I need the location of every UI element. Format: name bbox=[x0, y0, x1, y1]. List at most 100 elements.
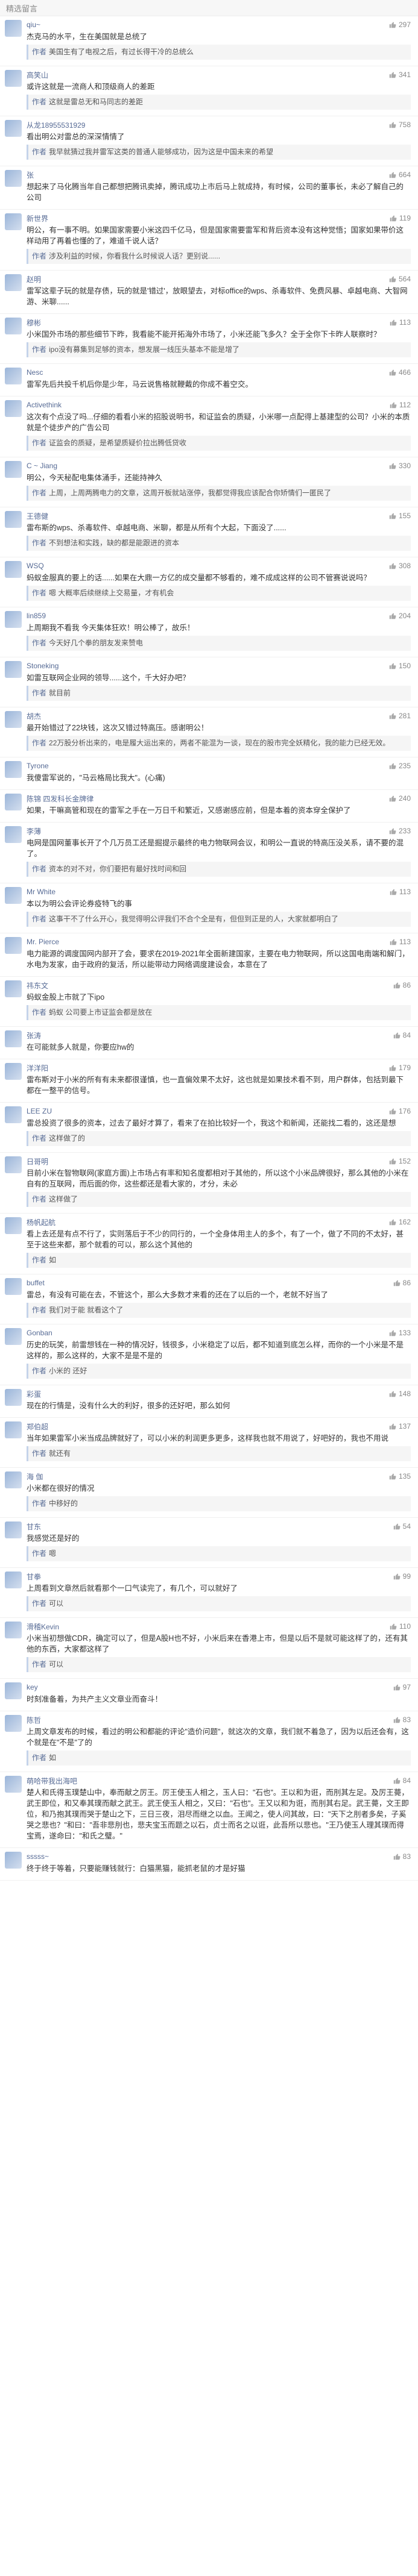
like-button[interactable]: 466 bbox=[389, 368, 411, 377]
like-button[interactable]: 162 bbox=[389, 1218, 411, 1226]
commenter-name[interactable]: 胡杰 bbox=[27, 711, 41, 721]
like-button[interactable]: 84 bbox=[393, 1776, 411, 1785]
avatar[interactable] bbox=[5, 826, 22, 843]
like-button[interactable]: 84 bbox=[393, 1031, 411, 1039]
like-button[interactable]: 112 bbox=[390, 401, 411, 409]
commenter-name[interactable]: 日哥明 bbox=[27, 1156, 48, 1167]
avatar[interactable] bbox=[5, 1852, 22, 1869]
like-button[interactable]: 110 bbox=[390, 1622, 411, 1631]
commenter-name[interactable]: 赵明 bbox=[27, 274, 41, 284]
commenter-name[interactable]: C ~ Jiang bbox=[27, 462, 57, 470]
commenter-name[interactable]: 陈哲 bbox=[27, 1715, 41, 1725]
like-button[interactable]: 113 bbox=[390, 318, 411, 327]
commenter-name[interactable]: Nesc bbox=[27, 368, 43, 377]
avatar[interactable] bbox=[5, 661, 22, 678]
commenter-name[interactable]: 杨帆起航 bbox=[27, 1217, 55, 1227]
like-button[interactable]: 155 bbox=[389, 512, 411, 520]
like-button[interactable]: 133 bbox=[389, 1329, 411, 1337]
like-button[interactable]: 54 bbox=[393, 1522, 411, 1531]
like-button[interactable]: 137 bbox=[389, 1422, 411, 1431]
avatar[interactable] bbox=[5, 1217, 22, 1234]
commenter-name[interactable]: buffet bbox=[27, 1279, 45, 1287]
commenter-name[interactable]: Mr. Pierce bbox=[27, 938, 59, 946]
avatar[interactable] bbox=[5, 711, 22, 728]
commenter-name[interactable]: 新世界 bbox=[27, 213, 48, 224]
like-button[interactable]: 150 bbox=[389, 662, 411, 670]
commenter-name[interactable]: 彩蛋 bbox=[27, 1389, 41, 1399]
commenter-name[interactable]: 甘拳 bbox=[27, 1572, 41, 1582]
commenter-name[interactable]: 从龙18955531929 bbox=[27, 120, 85, 130]
like-button[interactable]: 113 bbox=[390, 888, 411, 896]
like-button[interactable]: 86 bbox=[393, 981, 411, 989]
commenter-name[interactable]: 王德健 bbox=[27, 511, 48, 521]
like-button[interactable]: 235 bbox=[389, 762, 411, 770]
like-button[interactable]: 97 bbox=[393, 1683, 411, 1691]
avatar[interactable] bbox=[5, 1106, 22, 1123]
like-button[interactable]: 233 bbox=[389, 827, 411, 835]
avatar[interactable] bbox=[5, 461, 22, 478]
commenter-name[interactable]: 穆彬 bbox=[27, 318, 41, 328]
commenter-name[interactable]: WSQ bbox=[27, 562, 44, 570]
commenter-name[interactable]: 张 bbox=[27, 170, 34, 180]
like-button[interactable]: 99 bbox=[393, 1572, 411, 1581]
avatar[interactable] bbox=[5, 1030, 22, 1047]
like-button[interactable]: 83 bbox=[393, 1716, 411, 1724]
like-button[interactable]: 176 bbox=[389, 1107, 411, 1115]
avatar[interactable] bbox=[5, 937, 22, 954]
like-button[interactable]: 83 bbox=[393, 1852, 411, 1861]
commenter-name[interactable]: 高笑山 bbox=[27, 70, 48, 80]
commenter-name[interactable]: 洋洋阳 bbox=[27, 1063, 48, 1073]
like-button[interactable]: 758 bbox=[389, 121, 411, 129]
commenter-name[interactable]: 张涛 bbox=[27, 1030, 41, 1041]
commenter-name[interactable]: 郑伯超 bbox=[27, 1421, 48, 1432]
avatar[interactable] bbox=[5, 274, 22, 291]
avatar[interactable] bbox=[5, 400, 22, 417]
avatar[interactable] bbox=[5, 318, 22, 334]
like-button[interactable]: 330 bbox=[389, 462, 411, 470]
avatar[interactable] bbox=[5, 980, 22, 997]
avatar[interactable] bbox=[5, 170, 22, 187]
like-button[interactable]: 664 bbox=[389, 171, 411, 179]
avatar[interactable] bbox=[5, 1471, 22, 1488]
avatar[interactable] bbox=[5, 1328, 22, 1345]
commenter-name[interactable]: 李薄 bbox=[27, 826, 41, 836]
commenter-name[interactable]: Tyrone bbox=[27, 762, 49, 770]
commenter-name[interactable]: Stoneking bbox=[27, 662, 59, 670]
avatar[interactable] bbox=[5, 1776, 22, 1793]
commenter-name[interactable]: 祎东文 bbox=[27, 980, 48, 991]
avatar[interactable] bbox=[5, 1715, 22, 1732]
commenter-name[interactable]: Activethink bbox=[27, 401, 62, 409]
like-button[interactable]: 152 bbox=[389, 1157, 411, 1165]
avatar[interactable] bbox=[5, 120, 22, 137]
like-button[interactable]: 308 bbox=[389, 562, 411, 570]
avatar[interactable] bbox=[5, 1389, 22, 1406]
like-button[interactable]: 297 bbox=[389, 20, 411, 29]
avatar[interactable] bbox=[5, 1622, 22, 1638]
commenter-name[interactable]: 海 伽 bbox=[27, 1471, 43, 1482]
avatar[interactable] bbox=[5, 20, 22, 37]
avatar[interactable] bbox=[5, 1063, 22, 1080]
commenter-name[interactable]: Gonban bbox=[27, 1329, 52, 1337]
avatar[interactable] bbox=[5, 511, 22, 528]
commenter-name[interactable]: 滑稽Kevin bbox=[27, 1622, 59, 1632]
commenter-name[interactable]: LEE ZU bbox=[27, 1107, 52, 1115]
like-button[interactable]: 119 bbox=[390, 214, 411, 222]
avatar[interactable] bbox=[5, 1521, 22, 1538]
like-button[interactable]: 564 bbox=[389, 275, 411, 283]
avatar[interactable] bbox=[5, 794, 22, 810]
like-button[interactable]: 204 bbox=[389, 612, 411, 620]
like-button[interactable]: 86 bbox=[393, 1279, 411, 1287]
commenter-name[interactable]: 甘东 bbox=[27, 1521, 41, 1532]
commenter-name[interactable]: 陈锦 四发科长金牌律 bbox=[27, 794, 93, 804]
avatar[interactable] bbox=[5, 368, 22, 384]
like-button[interactable]: 281 bbox=[389, 712, 411, 720]
like-button[interactable]: 341 bbox=[389, 71, 411, 79]
commenter-name[interactable]: key bbox=[27, 1683, 38, 1691]
commenter-name[interactable]: lin859 bbox=[27, 612, 46, 620]
like-button[interactable]: 148 bbox=[389, 1390, 411, 1398]
avatar[interactable] bbox=[5, 1278, 22, 1295]
like-button[interactable]: 113 bbox=[390, 938, 411, 946]
avatar[interactable] bbox=[5, 70, 22, 87]
like-button[interactable]: 135 bbox=[389, 1472, 411, 1481]
avatar[interactable] bbox=[5, 1682, 22, 1699]
